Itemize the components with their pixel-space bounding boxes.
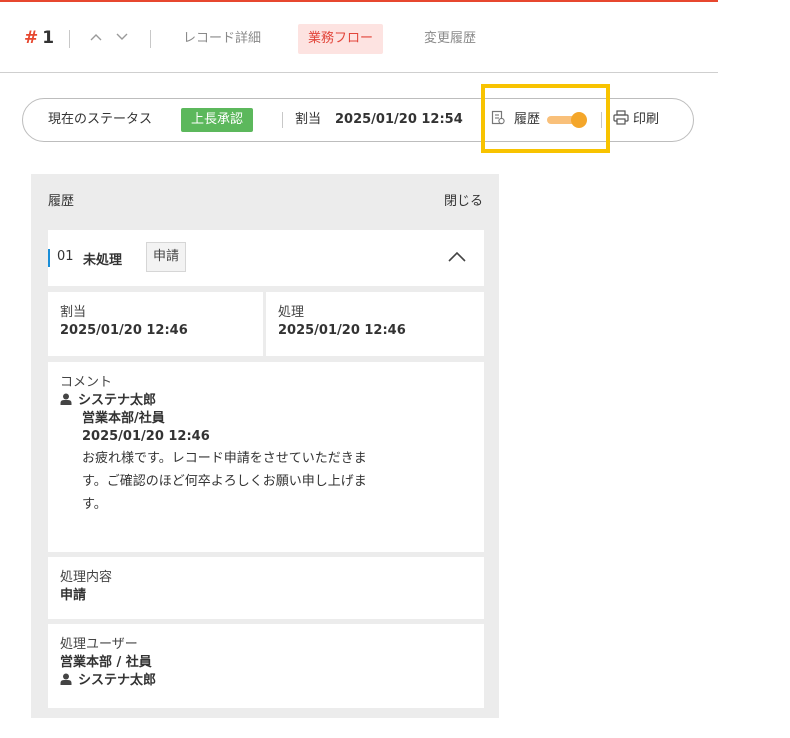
- comment-dept: 営業本部/社員: [82, 411, 165, 426]
- comment-line: お疲れ様です。レコード申請をさせていただきま: [82, 451, 367, 466]
- chevron-up-icon[interactable]: [87, 29, 105, 45]
- tab-record-detail[interactable]: レコード詳細: [173, 24, 271, 54]
- assign-label: 割当: [295, 112, 322, 127]
- comment-label: コメント: [60, 375, 113, 390]
- step-assign-label: 割当: [60, 305, 87, 320]
- history-panel: 履歴 閉じる 01 未処理 申請 割当 2025/01/20 12:46 処理 …: [31, 174, 499, 718]
- comment-line: す。: [82, 497, 107, 512]
- print-icon[interactable]: [613, 99, 629, 141]
- status-badge: 上長承認: [181, 108, 254, 132]
- step-assign-date: 2025/01/20 12:46: [60, 323, 188, 338]
- step-name: 未処理: [83, 253, 123, 268]
- comment-cell: コメント システナ太郎 営業本部/社員 2025/01/20 12:46 お疲れ…: [48, 362, 484, 552]
- header-divider: [69, 30, 70, 48]
- chevron-down-icon[interactable]: [113, 29, 131, 45]
- comment-line: す。ご確認のほど何卒よろしくお願い申し上げま: [82, 474, 367, 489]
- step-action-tag: 申請: [146, 242, 187, 272]
- record-number: #1: [24, 28, 54, 48]
- user-icon: [60, 393, 72, 405]
- comment-user-name: システナ太郎: [78, 393, 157, 408]
- process-cell: 処理 2025/01/20 12:46: [266, 292, 484, 356]
- hash-mark: #: [24, 28, 39, 48]
- process-user-dept: 営業本部 / 社員: [60, 655, 152, 670]
- comment-date: 2025/01/20 12:46: [82, 429, 210, 444]
- step-number: 01: [57, 249, 74, 264]
- record-header: #1 レコード詳細 業務フロー 変更履歴: [0, 18, 718, 62]
- record-number-value: 1: [42, 28, 55, 48]
- user-icon: [60, 673, 72, 685]
- process-content-cell: 処理内容 申請: [48, 557, 484, 619]
- assign-date: 2025/01/20 12:54: [335, 112, 463, 127]
- print-button[interactable]: 印刷: [633, 99, 659, 141]
- process-user-name: システナ太郎: [78, 673, 157, 688]
- header-divider-line: [0, 72, 718, 73]
- top-accent-line: [0, 0, 718, 2]
- step-process-label: 処理: [278, 305, 305, 320]
- step-header[interactable]: 01 未処理 申請: [48, 230, 484, 286]
- status-divider: [282, 112, 283, 128]
- assign-cell: 割当 2025/01/20 12:46: [48, 292, 263, 356]
- process-user: システナ太郎: [60, 672, 472, 690]
- step-indicator-bar: [48, 249, 50, 267]
- content-value: 申請: [60, 588, 87, 603]
- tab-change-history[interactable]: 変更履歴: [414, 24, 486, 54]
- header-divider: [150, 30, 151, 48]
- step-process-date: 2025/01/20 12:46: [278, 323, 406, 338]
- process-user-label: 処理ユーザー: [60, 637, 138, 652]
- history-toggle-highlight: [481, 84, 610, 153]
- close-button[interactable]: 閉じる: [444, 190, 483, 209]
- status-label: 現在のステータス: [48, 112, 153, 127]
- chevron-up-icon[interactable]: [446, 245, 468, 269]
- comment-text: お疲れ様です。レコード申請をさせていただきま す。ご確認のほど何卒よろしくお願い…: [60, 447, 472, 516]
- panel-title: 履歴: [48, 194, 75, 209]
- content-label: 処理内容: [60, 570, 113, 585]
- process-user-cell: 処理ユーザー 営業本部 / 社員 システナ太郎: [48, 624, 484, 708]
- tab-business-flow[interactable]: 業務フロー: [298, 24, 384, 54]
- comment-user: システナ太郎: [60, 392, 472, 410]
